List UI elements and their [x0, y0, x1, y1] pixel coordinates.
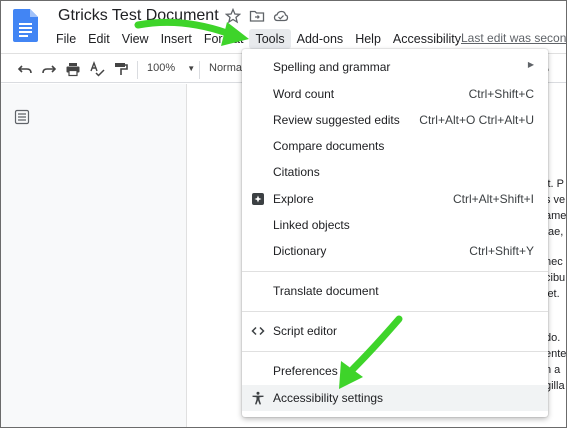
toolbar-divider	[137, 61, 138, 79]
body-text: ame	[545, 210, 567, 222]
toolbar-divider	[199, 61, 200, 79]
last-edit-link[interactable]: Last edit was second	[461, 31, 566, 45]
app-window: Gtricks Test Document File Edit View Ins…	[0, 0, 567, 428]
menu-item-preferences[interactable]: Preferences	[242, 358, 548, 384]
menu-item-translate-document[interactable]: Translate document	[242, 278, 548, 304]
menu-item-citations[interactable]: Citations	[242, 159, 548, 185]
move-folder-icon[interactable]	[249, 8, 265, 24]
undo-icon[interactable]	[17, 61, 33, 77]
spellcheck-icon[interactable]	[89, 61, 105, 77]
chevron-down-icon: ▼	[187, 64, 196, 73]
menu-divider	[242, 271, 548, 272]
explore-icon	[252, 193, 264, 205]
menu-bar: File Edit View Insert Format Tools Add-o…	[50, 29, 467, 49]
star-icon[interactable]	[225, 8, 241, 24]
accessibility-icon	[252, 391, 264, 405]
menu-file[interactable]: File	[50, 29, 82, 49]
menu-item-accessibility-settings[interactable]: Accessibility settings	[242, 385, 548, 411]
document-title[interactable]: Gtricks Test Document	[58, 7, 219, 25]
zoom-value: 100%	[147, 62, 176, 74]
menu-help[interactable]: Help	[349, 29, 387, 49]
redo-icon[interactable]	[41, 61, 57, 77]
document-outline-icon[interactable]	[14, 109, 30, 125]
menu-item-script-editor[interactable]: Script editor	[242, 318, 548, 344]
shortcut-text: Ctrl+Shift+C	[468, 87, 534, 101]
code-icon	[251, 326, 265, 336]
menu-item-dictionary[interactable]: Dictionary Ctrl+Shift+Y	[242, 238, 548, 264]
menu-item-linked-objects[interactable]: Linked objects	[242, 212, 548, 238]
print-icon[interactable]	[65, 61, 81, 77]
menu-view[interactable]: View	[116, 29, 155, 49]
menu-edit[interactable]: Edit	[82, 29, 116, 49]
body-text: s ve	[545, 194, 566, 206]
paint-format-icon[interactable]	[113, 61, 129, 77]
menu-item-explore[interactable]: Explore Ctrl+Alt+Shift+I	[242, 186, 548, 212]
menu-tools[interactable]: Tools	[249, 29, 291, 49]
menu-item-compare-documents[interactable]: Compare documents	[242, 133, 548, 159]
shortcut-text: Ctrl+Alt+Shift+I	[452, 192, 534, 206]
menu-divider	[242, 351, 548, 352]
header: Gtricks Test Document File Edit View Ins…	[1, 1, 566, 51]
tools-menu: Spelling and grammar ▶ Word count Ctrl+S…	[242, 49, 548, 417]
docs-logo-icon[interactable]	[13, 9, 38, 42]
menu-item-word-count[interactable]: Word count Ctrl+Shift+C	[242, 81, 548, 107]
menu-insert[interactable]: Insert	[155, 29, 198, 49]
shortcut-text: Ctrl+Shift+Y	[469, 244, 534, 258]
zoom-select[interactable]: 100% ▼	[147, 62, 195, 74]
menu-item-spelling-grammar[interactable]: Spelling and grammar ▶	[242, 54, 548, 80]
body-text: cibu	[545, 272, 566, 284]
menu-add-ons[interactable]: Add-ons	[291, 29, 350, 49]
submenu-arrow-icon: ▶	[527, 60, 534, 69]
cloud-status-icon[interactable]	[273, 8, 289, 24]
shortcut-text: Ctrl+Alt+O Ctrl+Alt+U	[419, 113, 534, 127]
menu-item-review-suggested-edits[interactable]: Review suggested edits Ctrl+Alt+O Ctrl+A…	[242, 107, 548, 133]
menu-divider	[242, 311, 548, 312]
body-text: ente	[545, 348, 567, 360]
style-select[interactable]: Normal	[209, 62, 244, 74]
menu-accessibility[interactable]: Accessibility	[387, 29, 467, 49]
menu-format[interactable]: Format	[198, 29, 250, 49]
